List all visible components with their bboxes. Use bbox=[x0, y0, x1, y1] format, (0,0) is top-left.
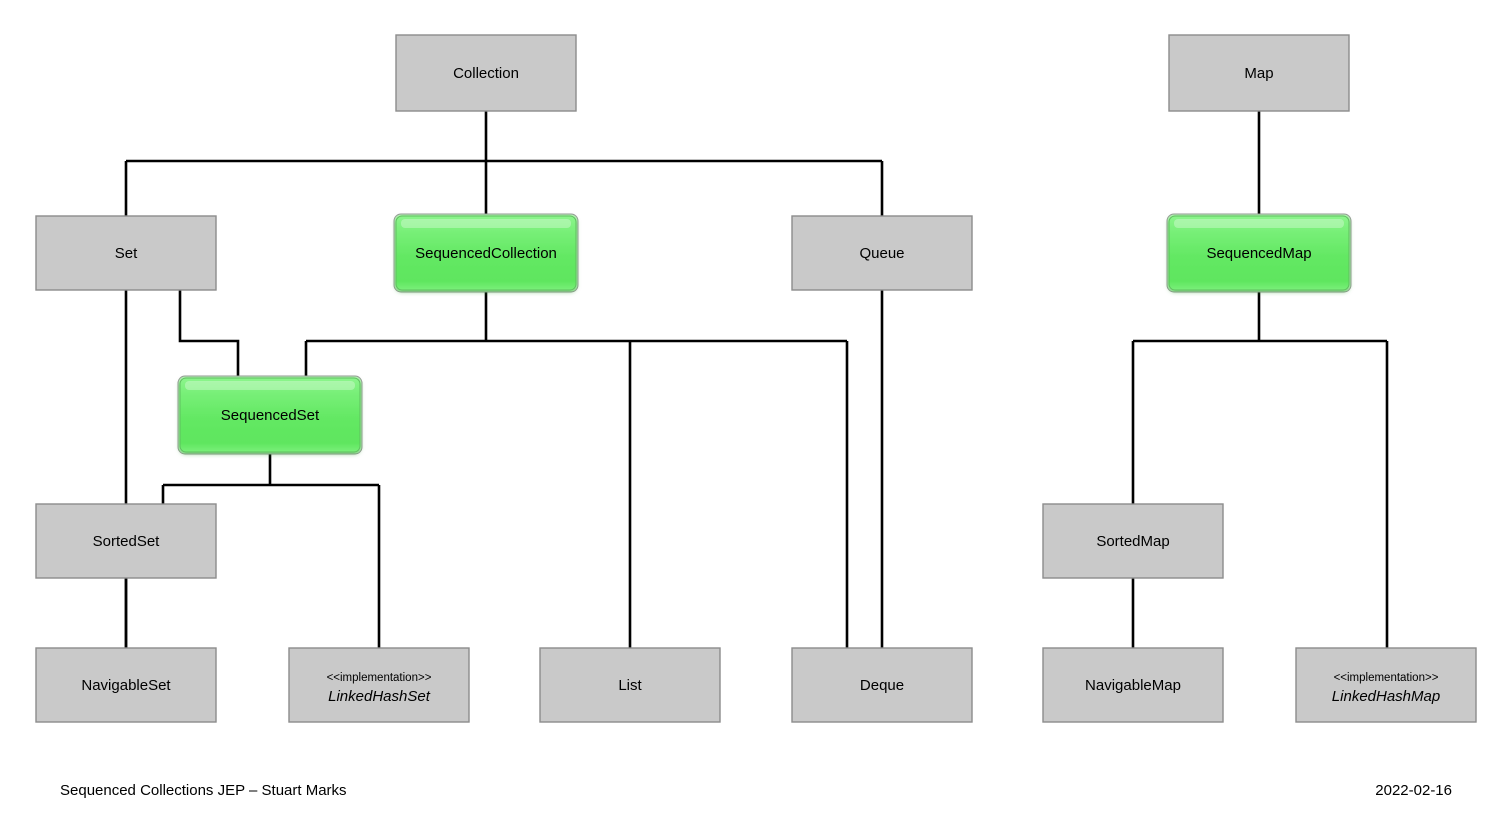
connector-sequencedmap-bus bbox=[1131, 290, 1389, 648]
node-label: Deque bbox=[860, 677, 904, 694]
connector-collection-bus bbox=[124, 111, 884, 216]
node-label: Map bbox=[1244, 65, 1273, 82]
footer-date: 2022-02-16 bbox=[1375, 782, 1452, 799]
node-label: NavigableMap bbox=[1085, 677, 1181, 694]
node-label: Queue bbox=[859, 245, 904, 262]
node-body bbox=[1295, 647, 1477, 723]
class-node-linkedhashmap[interactable]: <<implementation>> LinkedHashMap bbox=[1295, 647, 1477, 723]
node-gloss bbox=[401, 219, 571, 228]
class-node-queue[interactable]: Queue bbox=[791, 215, 973, 291]
class-node-set[interactable]: Set bbox=[35, 215, 217, 291]
class-node-sortedmap[interactable]: SortedMap bbox=[1042, 503, 1224, 579]
connector-seqcoll-bus bbox=[304, 290, 849, 648]
node-label: List bbox=[618, 677, 642, 694]
node-gloss bbox=[1174, 219, 1344, 228]
node-label: LinkedHashSet bbox=[328, 688, 431, 705]
node-label: SequencedSet bbox=[221, 407, 320, 424]
diagram-canvas: Collection Map Set SequencedCollection Queue… bbox=[35, 34, 1477, 799]
node-label: Set bbox=[115, 245, 138, 262]
node-body bbox=[288, 647, 470, 723]
node-stereotype: <<implementation>> bbox=[327, 672, 432, 684]
class-node-sortedset[interactable]: SortedSet bbox=[35, 503, 217, 579]
class-node-sequencedcollection[interactable]: SequencedCollection bbox=[393, 213, 579, 293]
class-node-navigablemap[interactable]: NavigableMap bbox=[1042, 647, 1224, 723]
node-label: SortedMap bbox=[1096, 533, 1169, 550]
class-node-collection[interactable]: Collection bbox=[395, 34, 577, 112]
class-node-deque[interactable]: Deque bbox=[791, 647, 973, 723]
node-label: SequencedMap bbox=[1206, 245, 1311, 262]
class-node-list[interactable]: List bbox=[539, 647, 721, 723]
class-node-sequencedset[interactable]: SequencedSet bbox=[177, 375, 363, 455]
node-gloss bbox=[185, 381, 355, 390]
node-label: Collection bbox=[453, 65, 519, 82]
footer-credit: Sequenced Collections JEP – Stuart Marks bbox=[60, 782, 347, 799]
node-label: NavigableSet bbox=[81, 677, 171, 694]
node-label: SortedSet bbox=[93, 533, 161, 550]
node-label: SequencedCollection bbox=[415, 245, 557, 262]
class-node-map[interactable]: Map bbox=[1168, 34, 1350, 112]
node-label: LinkedHashMap bbox=[1332, 688, 1440, 705]
class-diagram: Collection Map Set SequencedCollection Queue… bbox=[0, 0, 1512, 840]
class-node-linkedhashset[interactable]: <<implementation>> LinkedHashSet bbox=[288, 647, 470, 723]
class-node-sequencedmap[interactable]: SequencedMap bbox=[1166, 213, 1352, 293]
node-stereotype: <<implementation>> bbox=[1334, 672, 1439, 684]
class-node-navigableset[interactable]: NavigableSet bbox=[35, 647, 217, 723]
connector-set-to-sequencedset bbox=[178, 290, 240, 378]
